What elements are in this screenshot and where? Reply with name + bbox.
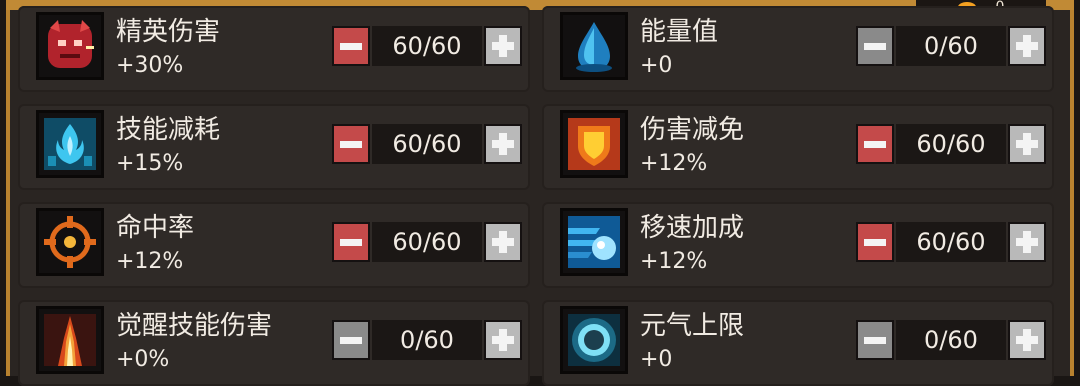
talent-value: +0 (640, 53, 673, 78)
minus-icon (340, 238, 362, 246)
minus-icon (864, 42, 886, 50)
crosshair-icon (36, 208, 104, 276)
increase-button[interactable] (1008, 320, 1046, 360)
decrease-button[interactable] (856, 26, 894, 66)
plus-icon (492, 35, 514, 57)
talent-value: +12% (640, 151, 708, 176)
talent-name: 能量值 (640, 17, 719, 47)
blue-flame-icon (36, 110, 104, 178)
level-display: 60/60 (372, 222, 482, 262)
decrease-button[interactable] (856, 222, 894, 262)
level-stepper: 0/60 (856, 26, 1046, 66)
minus-icon (340, 140, 362, 148)
level-display: 60/60 (372, 26, 482, 66)
talent-name: 觉醒技能伤害 (116, 311, 273, 341)
minus-icon (864, 140, 886, 148)
talent-name: 伤害减免 (640, 115, 745, 145)
level-stepper: 0/60 (856, 320, 1046, 360)
level-display: 60/60 (896, 222, 1006, 262)
increase-button[interactable] (484, 222, 522, 262)
plus-icon (492, 133, 514, 155)
level-display: 60/60 (372, 124, 482, 164)
talent-card-awaken-skill-damage: 觉醒技能伤害 +0% 0/60 (18, 300, 530, 386)
level-stepper: 60/60 (332, 26, 522, 66)
water-drop-icon (560, 12, 628, 80)
talent-name: 命中率 (116, 213, 195, 243)
talent-value: +0% (116, 347, 170, 372)
minus-icon (864, 238, 886, 246)
minus-icon (340, 42, 362, 50)
talent-card-max-vitality: 元气上限 +0 0/60 (542, 300, 1054, 386)
increase-button[interactable] (484, 124, 522, 164)
increase-button[interactable] (484, 26, 522, 66)
talent-card-move-speed: 移速加成 +12% 60/60 (542, 202, 1054, 288)
talent-name: 移速加成 (640, 213, 745, 243)
flame-tower-icon (36, 306, 104, 374)
talent-card-energy: 能量值 +0 0/60 (542, 6, 1054, 92)
plus-icon (1016, 35, 1038, 57)
decrease-button[interactable] (332, 124, 370, 164)
talent-value: +15% (116, 151, 184, 176)
decrease-button[interactable] (332, 320, 370, 360)
level-stepper: 60/60 (332, 124, 522, 164)
talent-name: 精英伤害 (116, 17, 221, 47)
speed-orb-icon (560, 208, 628, 276)
talent-value: +12% (640, 249, 708, 274)
level-display: 60/60 (896, 124, 1006, 164)
talent-card-elite-damage: 精英伤害 +30% 60/60 (18, 6, 530, 92)
decrease-button[interactable] (856, 124, 894, 164)
level-stepper: 0/60 (332, 320, 522, 360)
decrease-button[interactable] (856, 320, 894, 360)
level-display: 0/60 (896, 26, 1006, 66)
talent-card-skill-cost: 技能减耗 +15% 60/60 (18, 104, 530, 190)
talent-value: +0 (640, 347, 673, 372)
talent-name: 技能减耗 (116, 115, 221, 145)
energy-sphere-icon (560, 306, 628, 374)
minus-icon (340, 336, 362, 344)
plus-icon (1016, 329, 1038, 351)
increase-button[interactable] (484, 320, 522, 360)
decrease-button[interactable] (332, 222, 370, 262)
increase-button[interactable] (1008, 222, 1046, 262)
red-devil-icon (36, 12, 104, 80)
plus-icon (1016, 133, 1038, 155)
talent-value: +30% (116, 53, 184, 78)
increase-button[interactable] (1008, 124, 1046, 164)
talent-name: 元气上限 (640, 311, 745, 341)
minus-icon (864, 336, 886, 344)
decrease-button[interactable] (332, 26, 370, 66)
level-display: 0/60 (896, 320, 1006, 360)
level-display: 0/60 (372, 320, 482, 360)
talent-value: +12% (116, 249, 184, 274)
plus-icon (1016, 231, 1038, 253)
talent-card-hit-rate: 命中率 +12% 60/60 (18, 202, 530, 288)
talent-card-damage-reduction: 伤害减免 +12% 60/60 (542, 104, 1054, 190)
level-stepper: 60/60 (856, 222, 1046, 262)
level-stepper: 60/60 (856, 124, 1046, 164)
plus-icon (492, 329, 514, 351)
increase-button[interactable] (1008, 26, 1046, 66)
shield-icon (560, 110, 628, 178)
plus-icon (492, 231, 514, 253)
level-stepper: 60/60 (332, 222, 522, 262)
